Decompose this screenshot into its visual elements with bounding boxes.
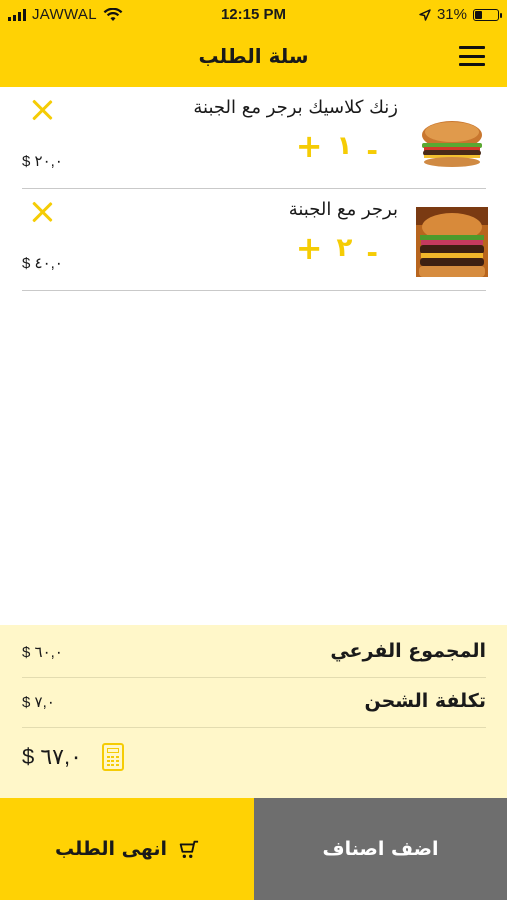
- quantity-stepper: + ١ -: [296, 127, 378, 165]
- increase-quantity-button[interactable]: +: [296, 232, 323, 264]
- battery-fill: [475, 10, 482, 19]
- cart-list: زنك كلاسيك برجر مع الجبنة + ١ - $ ٢٠,٠ ب…: [22, 87, 488, 291]
- item-price: $ ٤٠,٠: [22, 255, 63, 272]
- app-header: JAWWAL 12:15 PM 31% سلة الطلب: [0, 0, 507, 87]
- bottom-actions: انهى الطلب اضف اصناف: [0, 798, 507, 900]
- shipping-value: $ ٧,٠: [22, 694, 55, 711]
- decrease-quantity-button[interactable]: -: [366, 239, 378, 267]
- total-row: $ ٦٧,٠: [22, 743, 124, 771]
- page-title: سلة الطلب: [198, 44, 309, 68]
- add-items-button[interactable]: اضف اصناف: [254, 798, 507, 900]
- shopping-cart-icon: [179, 840, 199, 858]
- decrease-quantity-button[interactable]: -: [366, 137, 378, 165]
- remove-item-icon[interactable]: [31, 99, 53, 121]
- status-bar: JAWWAL 12:15 PM 31%: [0, 0, 507, 30]
- quantity-stepper: + ٢ -: [296, 229, 378, 267]
- burger-photo: [416, 105, 488, 175]
- battery-icon: [473, 8, 502, 21]
- location-arrow-icon: [419, 8, 431, 21]
- shipping-label: تكلفة الشحن: [364, 690, 486, 712]
- add-items-button-label: اضف اصناف: [322, 838, 439, 860]
- subtotal-label: المجموع الفرعي: [330, 640, 486, 662]
- item-price: $ ٢٠,٠: [22, 153, 63, 170]
- subtotal-value: $ ٦٠,٠: [22, 644, 63, 661]
- hamburger-menu-icon[interactable]: [459, 46, 485, 66]
- cart-item: برجر مع الجبنة + ٢ - $ ٤٠,٠: [22, 189, 488, 291]
- order-summary: المجموع الفرعي $ ٦٠,٠ تكلفة الشحن $ ٧,٠ …: [0, 625, 507, 798]
- item-name: برجر مع الجبنة: [288, 199, 398, 220]
- remove-item-icon[interactable]: [31, 201, 53, 223]
- item-name: زنك كلاسيك برجر مع الجبنة: [193, 97, 398, 118]
- cart-item: زنك كلاسيك برجر مع الجبنة + ١ - $ ٢٠,٠: [22, 87, 488, 189]
- subtotal-row: المجموع الفرعي $ ٦٠,٠: [22, 628, 486, 678]
- checkout-button-label: انهى الطلب: [54, 838, 168, 860]
- checkout-button[interactable]: انهى الطلب: [0, 798, 254, 900]
- total-value: $ ٦٧,٠: [22, 744, 82, 769]
- status-right: 31%: [419, 6, 502, 23]
- item-quantity: ١: [336, 131, 353, 161]
- cheeseburger-photo: [416, 207, 488, 277]
- increase-quantity-button[interactable]: +: [296, 130, 323, 162]
- shipping-row: تكلفة الشحن $ ٧,٠: [22, 678, 486, 728]
- item-quantity: ٢: [336, 233, 353, 263]
- calculator-icon: [101, 743, 124, 771]
- battery-percent: 31%: [436, 6, 467, 23]
